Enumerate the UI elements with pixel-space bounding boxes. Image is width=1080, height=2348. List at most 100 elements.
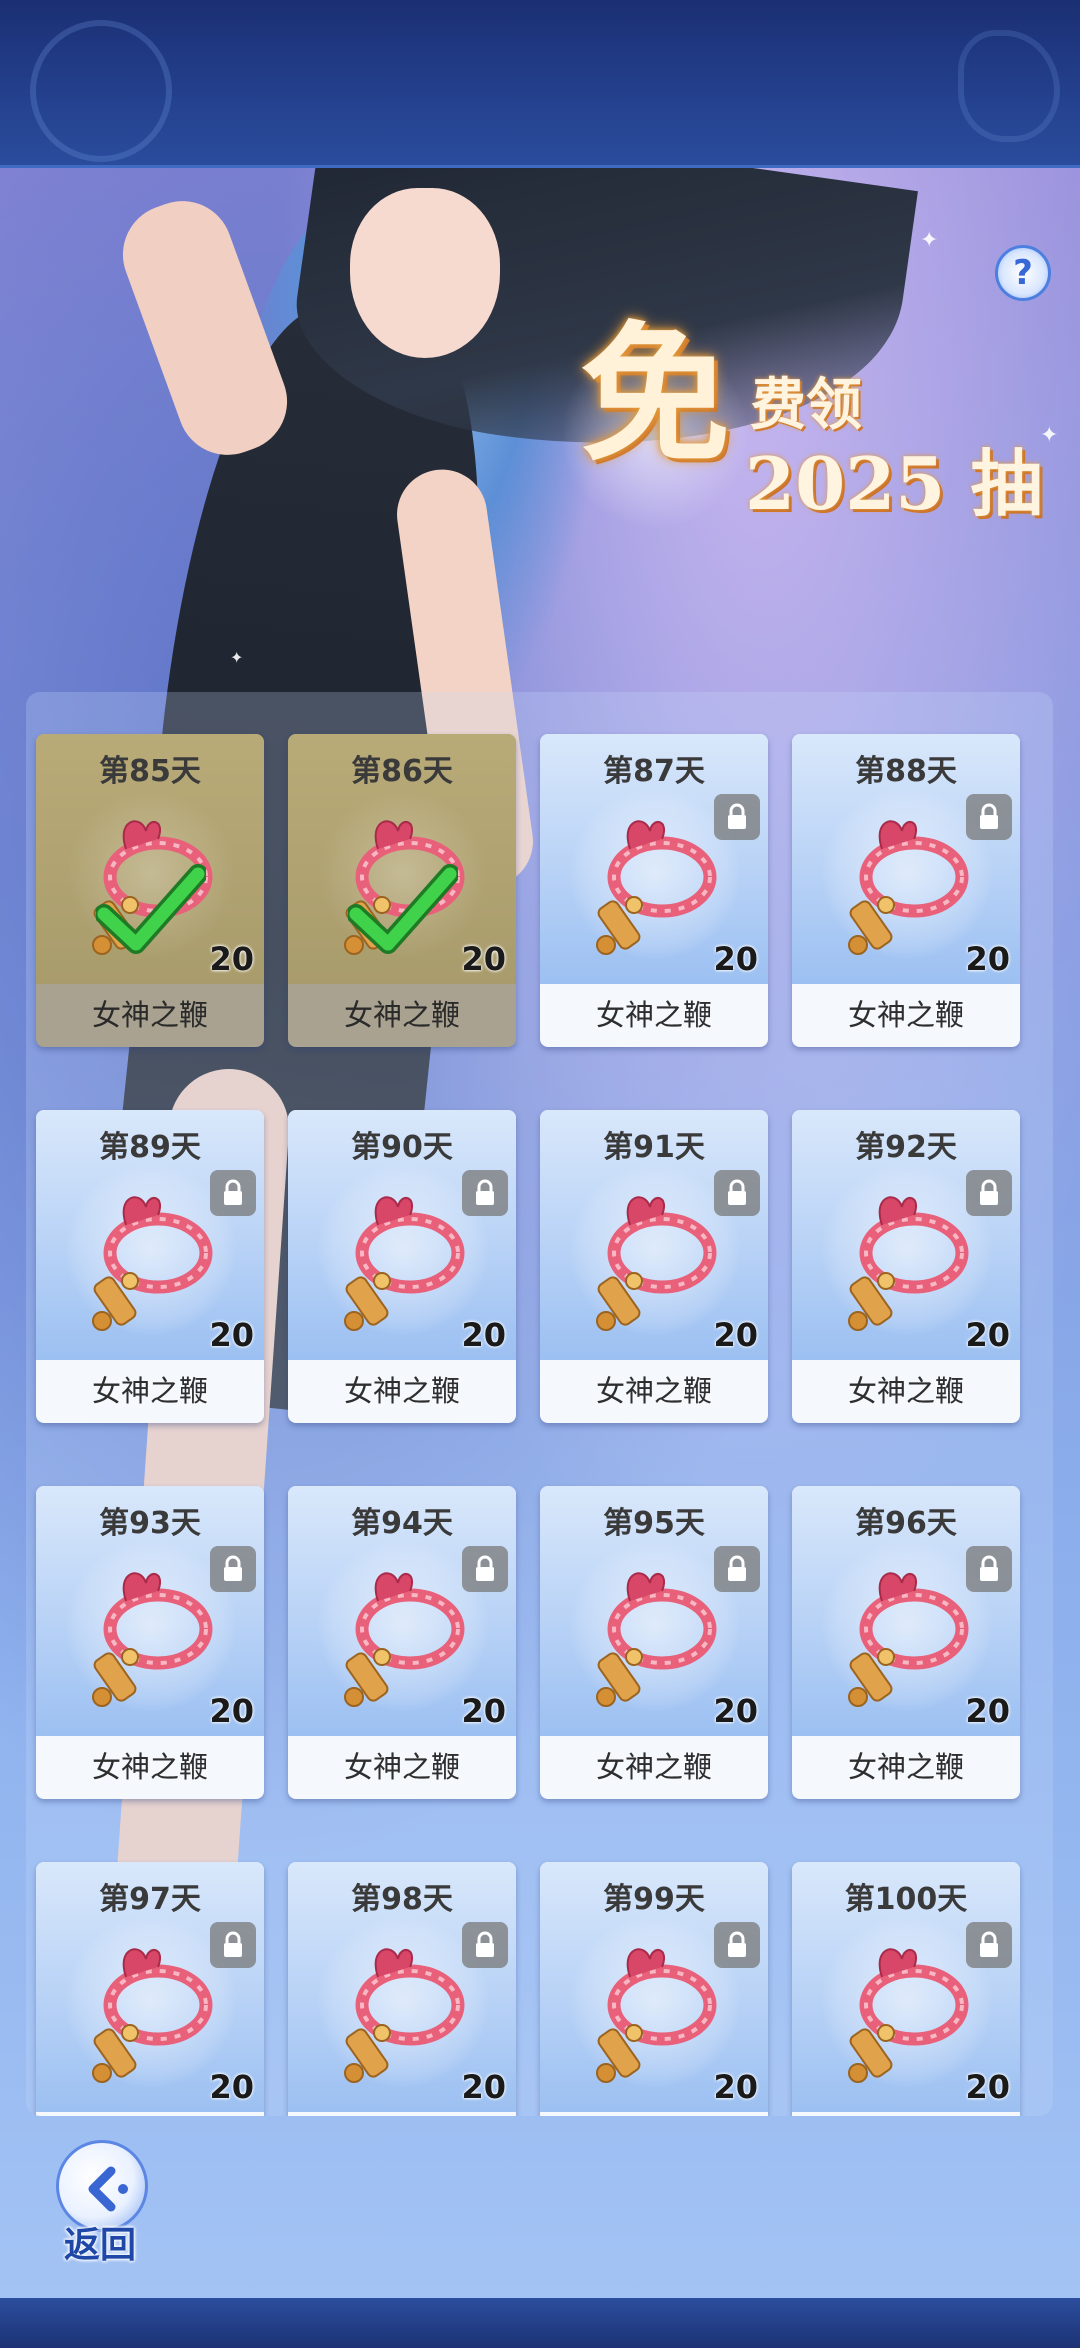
whip-icon	[590, 809, 720, 959]
lock-icon	[714, 1922, 760, 1968]
decor-swirl	[958, 30, 1060, 142]
reward-name: 女神之鞭	[343, 1750, 460, 1784]
reward-day: 第99天	[603, 1882, 705, 1917]
character-face	[350, 188, 500, 358]
reward-card[interactable]: 第99天 20 女神之鞭	[540, 1862, 768, 2116]
reward-card-top: 第96天 20	[792, 1486, 1020, 1736]
reward-name: 女神之鞭	[847, 1374, 964, 1408]
promo-title: 免 费领 2025 抽	[560, 320, 1060, 530]
promo-line2: 2025 抽	[745, 441, 1043, 526]
reward-card-top: 第99天 20	[540, 1862, 768, 2112]
whip-icon	[842, 1185, 972, 1335]
reward-day: 第94天	[351, 1506, 453, 1541]
reward-card[interactable]: 第88天 20 女神之鞭	[792, 734, 1020, 1047]
reward-card[interactable]: 第100天 20 女神之鞭	[792, 1862, 1020, 2116]
lock-icon	[966, 1546, 1012, 1592]
lock-icon	[966, 1922, 1012, 1968]
reward-card[interactable]: 第98天 20 女神之鞭	[288, 1862, 516, 2116]
help-button[interactable]: ?	[995, 245, 1051, 301]
whip-icon	[590, 1185, 720, 1335]
reward-count: 20	[461, 1316, 506, 1354]
reward-card[interactable]: 第96天 20 女神之鞭	[792, 1486, 1020, 1799]
reward-card-top: 第98天 20	[288, 1862, 516, 2112]
decor-swirl	[30, 20, 172, 162]
lock-icon	[462, 1922, 508, 1968]
reward-card-top: 第88天 20	[792, 734, 1020, 984]
reward-card-top: 第100天 20	[792, 1862, 1020, 2112]
whip-icon	[86, 1937, 216, 2087]
whip-icon	[338, 1185, 468, 1335]
reward-card[interactable]: 第97天 20 女神之鞭	[36, 1862, 264, 2116]
reward-day: 第88天	[855, 754, 957, 789]
reward-day: 第87天	[603, 754, 705, 789]
reward-day: 第90天	[351, 1130, 453, 1165]
reward-count: 20	[209, 940, 254, 978]
whip-icon	[842, 809, 972, 959]
reward-day: 第85天	[99, 754, 201, 789]
lock-icon	[966, 1170, 1012, 1216]
reward-name: 女神之鞭	[847, 1750, 964, 1784]
lock-icon	[714, 794, 760, 840]
reward-card[interactable]: 第92天 20 女神之鞭	[792, 1110, 1020, 1423]
reward-card-top: 第87天 20	[540, 734, 768, 984]
reward-grid-panel[interactable]: 第85天 20 女神之鞭 第86天 20 女神之鞭 第87天 20 女神之鞭 第…	[26, 692, 1053, 2116]
reward-day: 第97天	[99, 1882, 201, 1917]
lock-icon	[462, 1170, 508, 1216]
reward-count: 20	[713, 1316, 758, 1354]
lock-icon	[210, 1170, 256, 1216]
reward-count: 20	[713, 940, 758, 978]
reward-card[interactable]: 第86天 20 女神之鞭	[288, 734, 516, 1047]
reward-name: 女神之鞭	[343, 1374, 460, 1408]
back-button[interactable]: 返回	[56, 2140, 156, 2266]
reward-count: 20	[713, 2068, 758, 2106]
reward-card-top: 第97天 20	[36, 1862, 264, 2112]
whip-icon	[590, 1937, 720, 2087]
reward-name: 女神之鞭	[91, 998, 208, 1032]
reward-day: 第96天	[855, 1506, 957, 1541]
reward-count: 20	[209, 1316, 254, 1354]
reward-card[interactable]: 第95天 20 女神之鞭	[540, 1486, 768, 1799]
reward-day: 第92天	[855, 1130, 957, 1165]
reward-card-top: 第93天 20	[36, 1486, 264, 1736]
reward-card[interactable]: 第87天 20 女神之鞭	[540, 734, 768, 1047]
reward-count: 20	[209, 1692, 254, 1730]
reward-card[interactable]: 第89天 20 女神之鞭	[36, 1110, 264, 1423]
reward-card[interactable]: 第93天 20 女神之鞭	[36, 1486, 264, 1799]
reward-card[interactable]: 第94天 20 女神之鞭	[288, 1486, 516, 1799]
reward-count: 20	[965, 2068, 1010, 2106]
question-icon: ?	[1013, 253, 1033, 293]
reward-card-top: 第94天 20	[288, 1486, 516, 1736]
reward-card-top: 第85天 20	[36, 734, 264, 984]
reward-name: 女神之鞭	[91, 1750, 208, 1784]
lock-icon	[714, 1170, 760, 1216]
reward-count: 20	[965, 1692, 1010, 1730]
lock-icon	[462, 1546, 508, 1592]
reward-day: 第93天	[99, 1506, 201, 1541]
reward-card[interactable]: 第91天 20 女神之鞭	[540, 1110, 768, 1423]
checkmark-icon	[94, 864, 208, 954]
reward-name: 女神之鞭	[595, 998, 712, 1032]
reward-card-top: 第86天 20	[288, 734, 516, 984]
back-label: 返回	[64, 2225, 137, 2266]
reward-count: 20	[965, 940, 1010, 978]
top-bar	[0, 0, 1080, 169]
reward-card-top: 第92天 20	[792, 1110, 1020, 1360]
reward-day: 第89天	[99, 1130, 201, 1165]
reward-name: 女神之鞭	[595, 1750, 712, 1784]
whip-icon	[590, 1561, 720, 1711]
reward-card-top: 第90天 20	[288, 1110, 516, 1360]
reward-count: 20	[461, 1692, 506, 1730]
reward-name: 女神之鞭	[847, 998, 964, 1032]
whip-icon	[86, 1561, 216, 1711]
whip-icon	[86, 1185, 216, 1335]
reward-name: 女神之鞭	[595, 1374, 712, 1408]
sparkle-icon: ✦	[920, 228, 939, 253]
reward-count: 20	[713, 1692, 758, 1730]
reward-count: 20	[461, 2068, 506, 2106]
reward-card[interactable]: 第85天 20 女神之鞭	[36, 734, 264, 1047]
reward-day: 第86天	[351, 754, 453, 789]
reward-day: 第100天	[844, 1882, 968, 1917]
reward-card[interactable]: 第90天 20 女神之鞭	[288, 1110, 516, 1423]
reward-card-top: 第95天 20	[540, 1486, 768, 1736]
reward-day: 第91天	[603, 1130, 705, 1165]
